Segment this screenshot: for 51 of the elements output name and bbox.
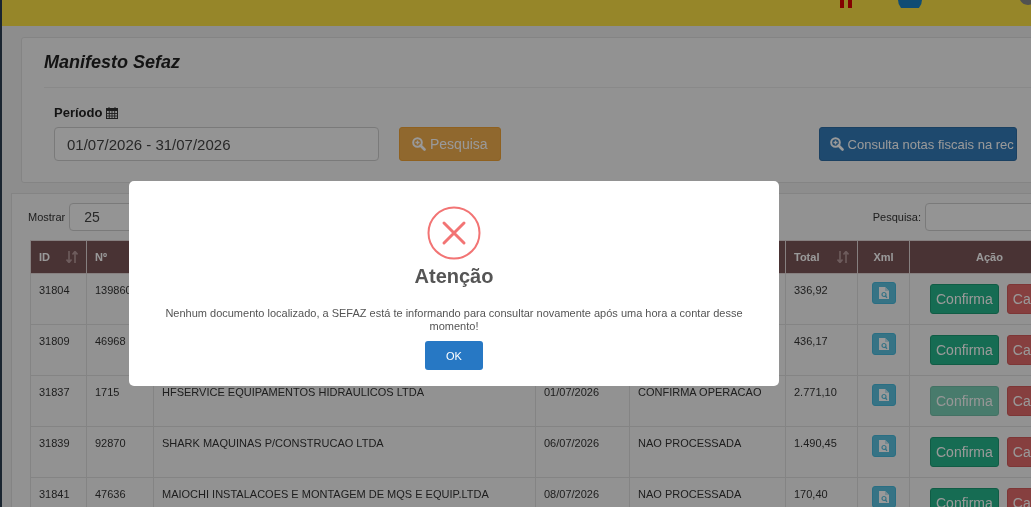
file-search-icon [878, 440, 889, 452]
period-label: Período [54, 105, 103, 120]
dialog-title: Atenção [414, 265, 494, 288]
cancel-button[interactable]: Ca [1006, 284, 1031, 314]
date-range-field[interactable]: 01/07/2026 - 31/07/2026 [54, 127, 379, 161]
file-search-icon [878, 287, 889, 299]
xml-download-button[interactable] [871, 384, 896, 406]
table-cell: 92870 [86, 426, 154, 478]
show-label: Mostrar [28, 211, 66, 223]
ok-button[interactable]: OK [425, 341, 483, 370]
file-search-icon [878, 491, 889, 503]
table-cell: 31839 [30, 426, 87, 478]
error-x-icon [427, 206, 481, 260]
table-cell: 2.771,10 [785, 375, 858, 427]
sort-icon [66, 251, 78, 263]
table-cell: 336,92 [785, 273, 858, 325]
confirm-button[interactable]: Confirma [930, 335, 999, 365]
search-field[interactable] [925, 203, 1031, 231]
confirm-button[interactable]: Confirma [930, 437, 999, 467]
search-label: Pesquisa: [872, 211, 921, 223]
xml-download-button[interactable] [871, 486, 896, 507]
xml-download-button[interactable] [871, 333, 896, 355]
consult-button[interactable]: Consulta notas fiscais na rec [818, 127, 1017, 161]
column-header: Ação [909, 240, 1031, 274]
table-cell: 06/07/2026 [535, 426, 630, 478]
column-header[interactable]: Total [785, 240, 858, 274]
cancel-button[interactable]: Ca [1006, 437, 1031, 467]
table-cell: 1.490,45 [785, 426, 858, 478]
table-cell: NAO PROCESSADA [629, 426, 786, 478]
dialog-message: Nenhum documento localizado, a SEFAZ está te informando para consultar novamente após uma hora a contar desse momento! [164, 307, 744, 333]
confirm-button[interactable]: Confirma [930, 284, 999, 314]
table-cell: 31804 [30, 273, 87, 325]
table-cell: 31809 [30, 324, 87, 376]
column-header: Xml [857, 240, 910, 274]
cancel-button[interactable]: Ca [1006, 386, 1031, 416]
zoom-icon [829, 137, 844, 151]
table-cell: 31837 [30, 375, 87, 427]
file-search-icon [878, 389, 889, 401]
xml-download-button[interactable] [871, 435, 896, 457]
cancel-button[interactable]: Ca [1006, 335, 1031, 365]
table-cell: SHARK MAQUINAS P/CONSTRUCAO LTDA [153, 426, 536, 478]
table-cell: 31841 [30, 477, 87, 507]
panel-title: Manifesto Sefaz [44, 52, 181, 73]
zoom-icon [412, 137, 426, 151]
column-header[interactable]: ID [30, 240, 87, 274]
xml-download-button[interactable] [871, 282, 896, 304]
file-search-icon [878, 338, 889, 350]
search-button[interactable]: Pesquisa [399, 127, 501, 161]
table-cell: 436,17 [785, 324, 858, 376]
sort-icon [837, 251, 849, 263]
calendar-icon [106, 106, 119, 119]
